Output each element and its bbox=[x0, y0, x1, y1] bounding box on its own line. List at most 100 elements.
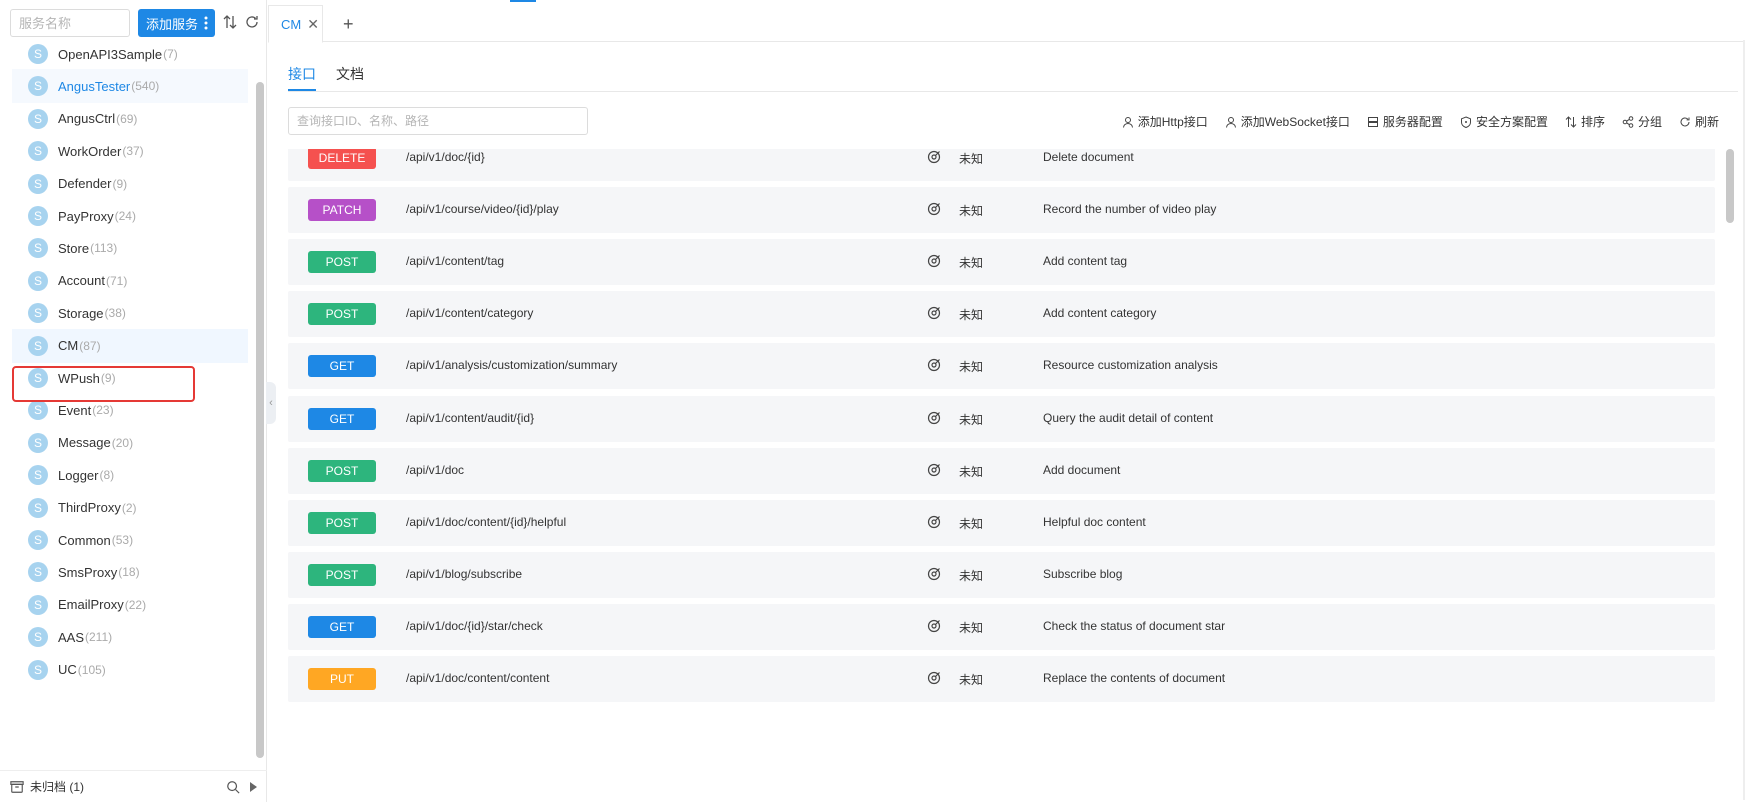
sidebar-item-workorder[interactable]: S WorkOrder (37) bbox=[12, 134, 248, 168]
api-row[interactable]: GET/api/v1/content/audit/{id} 未知 Query the… bbox=[288, 395, 1715, 442]
api-row[interactable]: POST/api/v1/content/tag 未知 Add content tag bbox=[288, 239, 1715, 286]
tab-cm-label: CM bbox=[281, 16, 302, 32]
group-button[interactable]: 分组 bbox=[1622, 113, 1662, 130]
api-row[interactable]: GET/api/v1/doc/{id}/star/check 未知 Check th… bbox=[288, 603, 1715, 650]
api-row[interactable]: POST/api/v1/doc 未知 Add document bbox=[288, 447, 1715, 494]
api-description: Replace the contents of document bbox=[1043, 671, 1226, 685]
api-path: /api/v1/blog/subscribe bbox=[406, 566, 523, 581]
sidebar-item-aas[interactable]: S AAS (211) bbox=[12, 620, 248, 654]
sidebar-item-logger[interactable]: S Logger (8) bbox=[12, 458, 248, 492]
api-row[interactable]: GET/api/v1/analysis/customization/summar… bbox=[288, 343, 1715, 390]
api-status: 未知 bbox=[959, 204, 984, 219]
method-badge: PATCH bbox=[308, 199, 376, 222]
add-websocket-api-button[interactable]: 添加WebSocket接口 bbox=[1225, 113, 1350, 130]
server-config-button[interactable]: 服务器配置 bbox=[1367, 113, 1443, 130]
sidebar-item-account[interactable]: S Account (71) bbox=[12, 264, 248, 298]
api-search-input[interactable] bbox=[288, 107, 588, 135]
unarchived-label[interactable]: 未归档 (1) bbox=[30, 778, 84, 795]
api-row[interactable]: POST/api/v1/blog/subscribe 未知 Subscribe bl… bbox=[288, 551, 1715, 598]
method-badge: GET bbox=[308, 407, 376, 430]
service-count: (113) bbox=[90, 241, 118, 256]
status-target-icon bbox=[927, 515, 941, 528]
search-icon[interactable] bbox=[226, 780, 240, 794]
sidebar-item-openapi3sample[interactable]: S OpenAPI3Sample (7) bbox=[12, 43, 248, 71]
add-http-api-button[interactable]: 添加Http接口 bbox=[1122, 113, 1208, 130]
security-config-button[interactable]: 安全方案配置 bbox=[1460, 113, 1548, 130]
sidebar-item-angustester[interactable]: S AngusTester (540) bbox=[12, 69, 248, 104]
service-avatar: S bbox=[28, 206, 48, 226]
service-name: WorkOrder bbox=[58, 143, 122, 159]
service-sidebar: 添加服务 S OpenAPI3Sample(7) S AngusTester(540)… bbox=[0, 0, 267, 802]
api-description: Query the audit detail of content bbox=[1043, 410, 1214, 425]
archive-icon bbox=[10, 780, 24, 793]
api-description: Add document bbox=[1043, 462, 1121, 477]
method-badge: DELETE bbox=[308, 149, 376, 169]
service-avatar: S bbox=[28, 238, 48, 259]
refresh-label: 刷新 bbox=[1694, 115, 1719, 129]
sidebar-item-thirdproxy[interactable]: S ThirdProxy (2) bbox=[12, 491, 248, 525]
method-badge: POST bbox=[308, 251, 376, 274]
service-name: WPush bbox=[58, 370, 100, 386]
close-icon[interactable]: ✕ bbox=[307, 16, 319, 33]
api-row[interactable]: POST/api/v1/doc/content/{id}/helpful 未知 He… bbox=[288, 499, 1715, 546]
api-status: 未知 bbox=[959, 256, 984, 271]
add-service-button[interactable]: 添加服务 bbox=[138, 9, 215, 37]
api-path: /api/v1/content/category bbox=[406, 306, 534, 321]
service-count: (18) bbox=[118, 565, 140, 580]
api-path: /api/v1/doc/{id}/star/check bbox=[406, 618, 543, 633]
service-name: SmsProxy bbox=[58, 564, 118, 580]
expand-arrow-icon[interactable] bbox=[248, 781, 258, 793]
sidebar-item-defender[interactable]: S Defender (9) bbox=[12, 167, 248, 201]
sidebar-item-event[interactable]: S Event (23) bbox=[12, 393, 248, 427]
status-target-icon bbox=[927, 202, 941, 216]
service-avatar: S bbox=[28, 76, 48, 97]
sidebar-item-emailproxy[interactable]: S EmailProxy (22) bbox=[12, 588, 248, 622]
sidebar-item-common[interactable]: S Common (53) bbox=[12, 523, 248, 557]
more-vertical-icon[interactable] bbox=[204, 15, 208, 31]
tab-api[interactable]: 接口 bbox=[288, 64, 316, 91]
api-description: Check the status of document star bbox=[1043, 618, 1226, 633]
status-target-icon bbox=[927, 567, 941, 580]
refresh-icon[interactable] bbox=[244, 14, 260, 30]
service-avatar: S bbox=[28, 270, 48, 291]
sort-icon bbox=[1565, 115, 1577, 128]
sidebar-item-wpush[interactable]: S WPush (9) bbox=[12, 361, 248, 395]
service-count: (22) bbox=[124, 597, 147, 612]
api-row[interactable]: DELETE/api/v1/doc/{id} 未知 Delete document bbox=[288, 149, 1715, 181]
service-count: (211) bbox=[85, 630, 113, 645]
sort-button[interactable]: 排序 bbox=[1565, 113, 1605, 130]
sort-icon[interactable] bbox=[222, 14, 238, 30]
api-status: 未知 bbox=[959, 308, 984, 323]
service-count: (20) bbox=[111, 435, 134, 450]
sidebar-item-store[interactable]: S Store (113) bbox=[12, 231, 248, 265]
sidebar-item-angusctrl[interactable]: S AngusCtrl (69) bbox=[12, 102, 248, 136]
status-target-icon bbox=[927, 255, 941, 268]
sidebar-item-cm[interactable]: S CM (87) bbox=[12, 328, 248, 363]
tab-bar: CM ✕ + bbox=[268, 5, 1745, 43]
api-row[interactable]: PATCH/api/v1/course/video/{id}/play 未知 Rec… bbox=[288, 187, 1715, 234]
service-name: Storage bbox=[58, 305, 104, 321]
tab-cm[interactable]: CM ✕ bbox=[268, 5, 323, 43]
service-count: (37) bbox=[122, 144, 144, 159]
status-target-icon bbox=[927, 619, 941, 632]
sort-label: 排序 bbox=[1580, 115, 1605, 129]
api-list-scrollbar[interactable] bbox=[1726, 149, 1734, 223]
sidebar-item-smsproxy[interactable]: S SmsProxy (18) bbox=[12, 555, 248, 589]
sidebar-scrollbar[interactable] bbox=[256, 82, 264, 758]
api-row[interactable]: POST/api/v1/content/category 未知 Add conten… bbox=[288, 291, 1715, 338]
server-icon bbox=[1367, 116, 1378, 127]
service-name: EmailProxy bbox=[58, 597, 124, 613]
sidebar-item-storage[interactable]: S Storage (38) bbox=[12, 296, 248, 330]
sidebar-item-message[interactable]: S Message (20) bbox=[12, 426, 248, 460]
api-path: /api/v1/course/video/{id}/play bbox=[406, 202, 559, 217]
service-avatar: S bbox=[28, 400, 48, 421]
sidebar-item-uc[interactable]: S UC (105) bbox=[12, 653, 248, 687]
service-search-input[interactable] bbox=[10, 9, 130, 37]
sidebar-item-payproxy[interactable]: S PayProxy (24) bbox=[12, 199, 248, 233]
add-tab-button[interactable]: + bbox=[343, 14, 354, 35]
api-row[interactable]: PUT/api/v1/doc/content/content 未知 Replace … bbox=[288, 656, 1715, 702]
tab-doc[interactable]: 文档 bbox=[336, 64, 364, 84]
service-avatar: S bbox=[28, 497, 48, 518]
refresh-button[interactable]: 刷新 bbox=[1679, 113, 1719, 130]
status-target-icon bbox=[927, 359, 941, 372]
